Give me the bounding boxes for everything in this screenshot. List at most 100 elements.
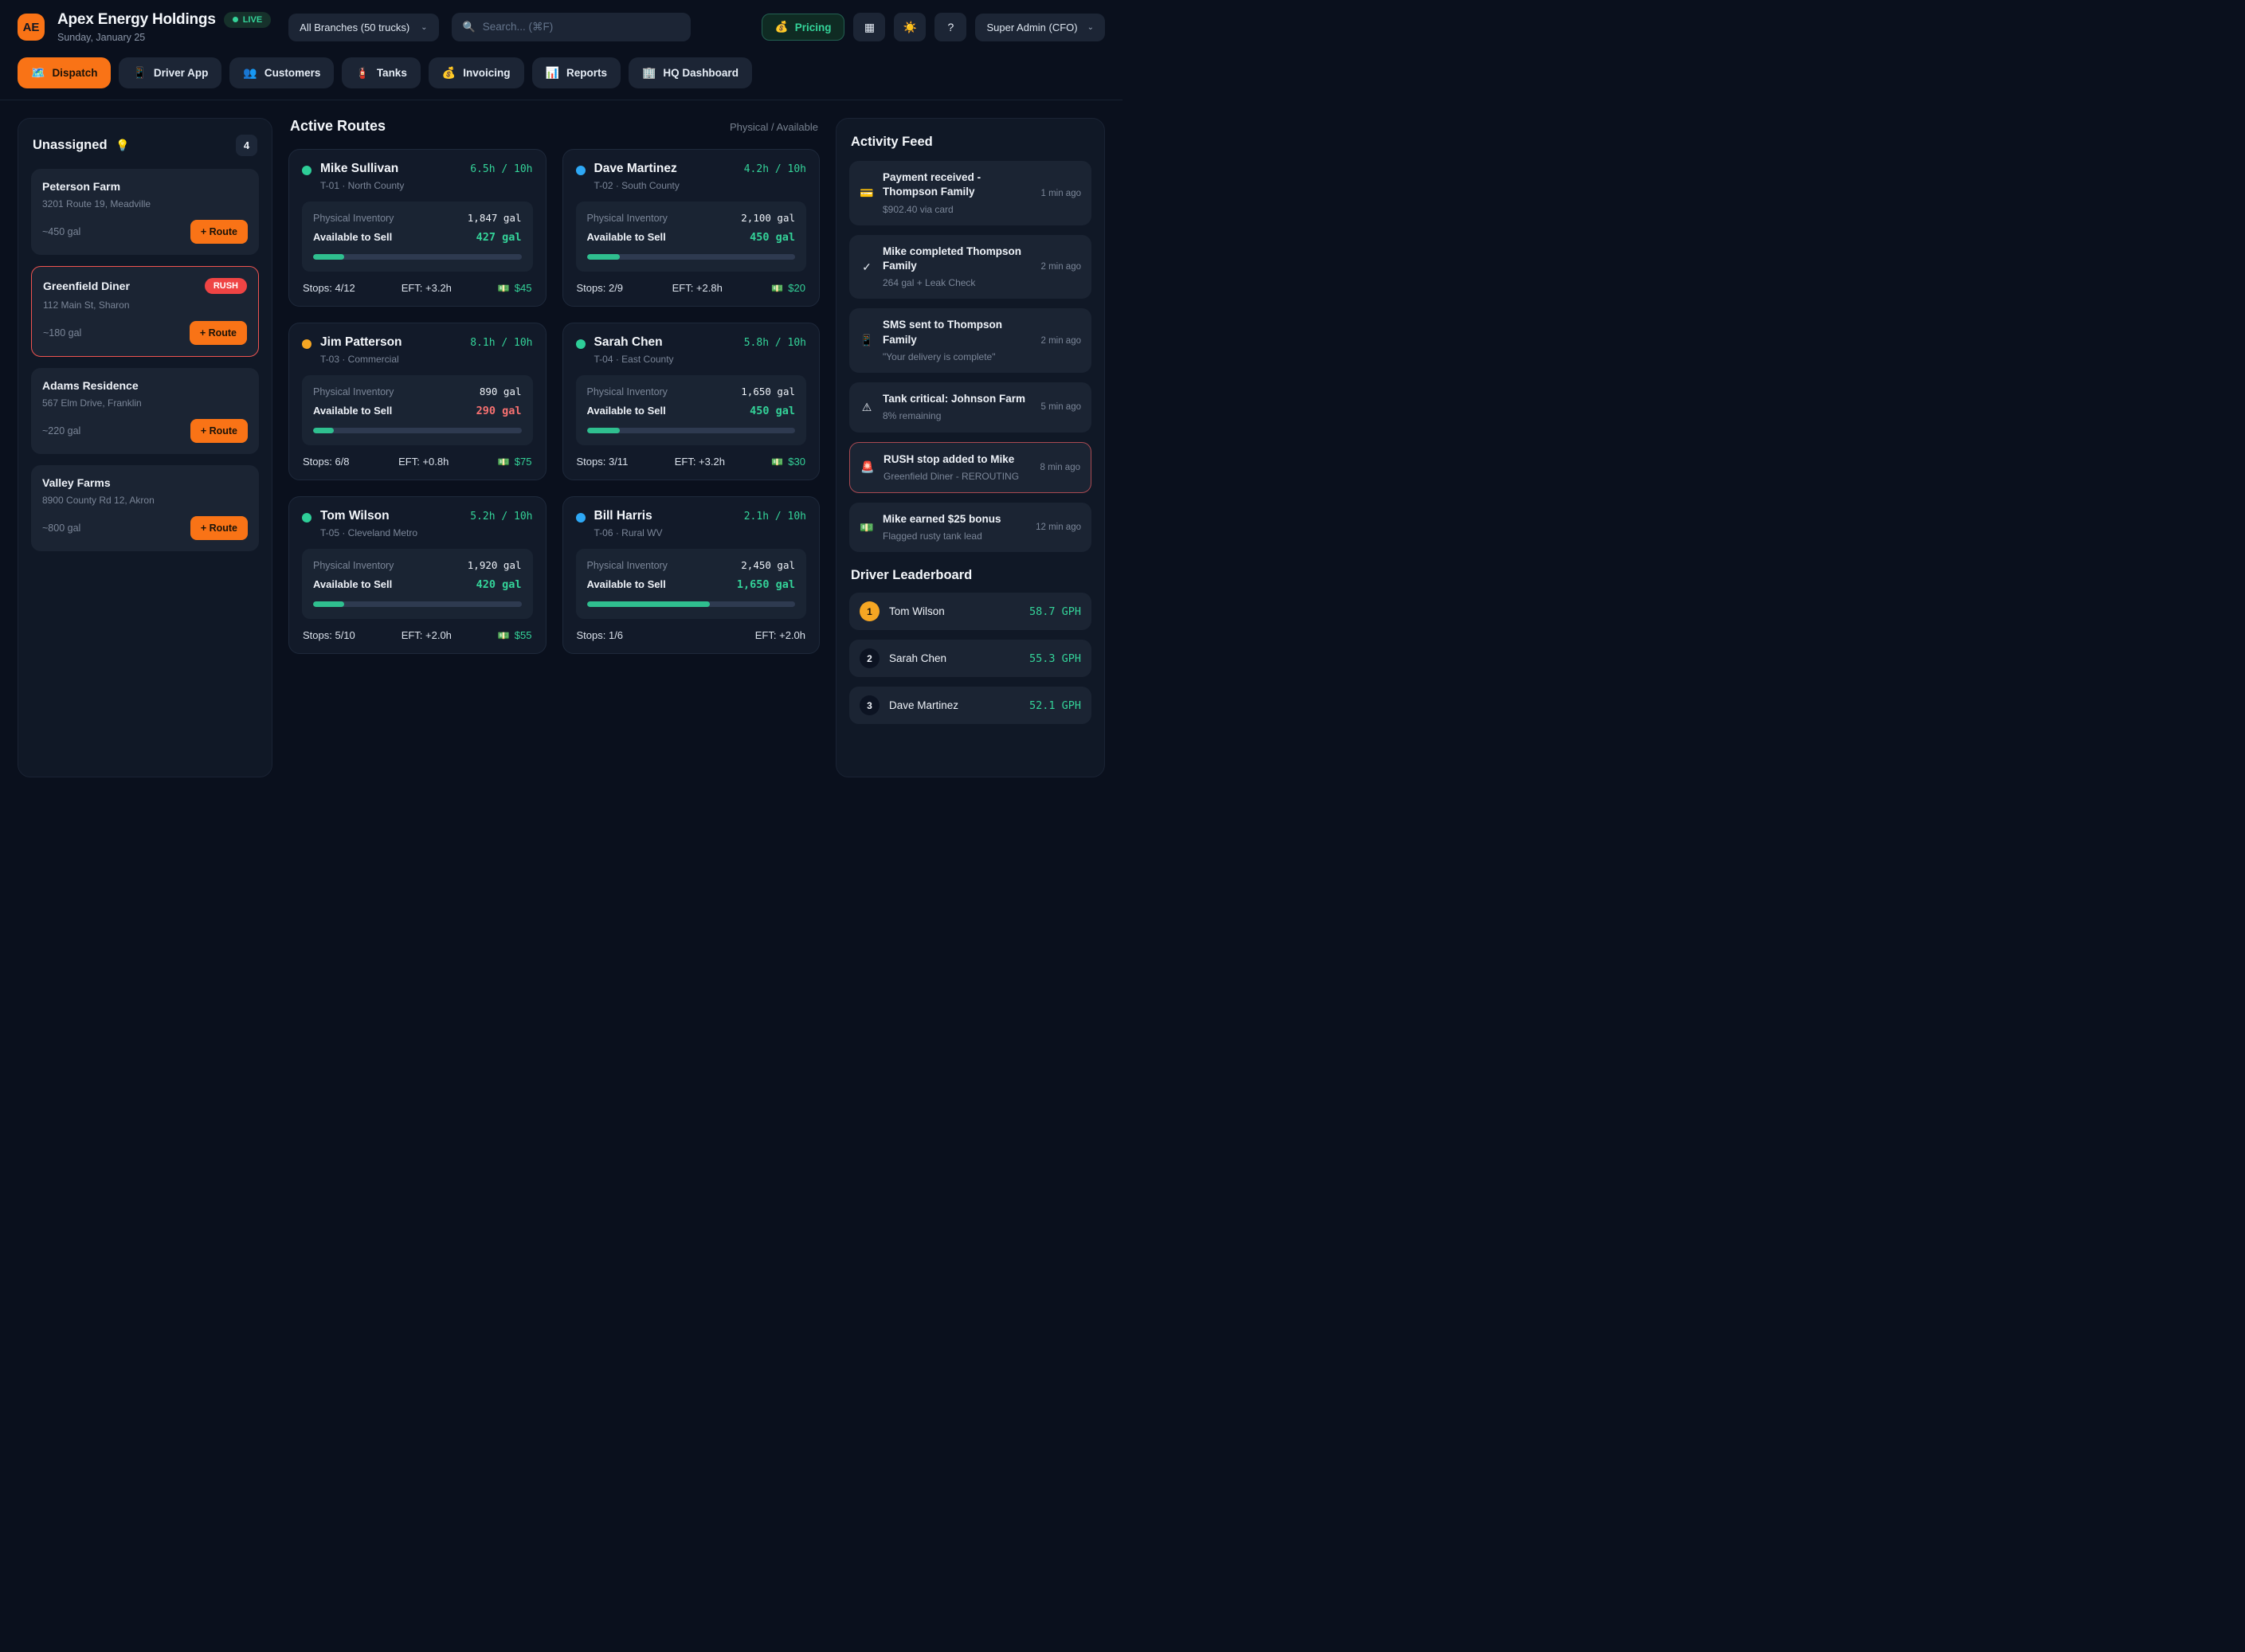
active-routes-title: Active Routes [290,118,386,135]
tab-label: HQ Dashboard [663,67,739,79]
available-progress-bar [313,601,522,607]
feed-item-title: Tank critical: Johnson Farm [883,392,1032,406]
available-to-sell-value: 450 gal [750,405,795,417]
inventory-panel: Physical Inventory 2,450 gal Available t… [576,549,807,619]
activity-feed-title: Activity Feed [849,131,1091,151]
stop-address: 567 Elm Drive, Franklin [42,397,248,409]
branch-selector[interactable]: All Branches (50 trucks) ⌄ [288,14,438,41]
eft-value: EFT: +2.8h [672,282,723,294]
truck-route-label: T-01 · North County [320,180,533,191]
feed-item-rush-stop[interactable]: 🚨 RUSH stop added to Mike Greenfield Din… [849,442,1091,493]
user-role-selector[interactable]: Super Admin (CFO) ⌄ [975,14,1105,41]
feed-item-sms[interactable]: 📱 SMS sent to Thompson Family "Your deli… [849,308,1091,373]
rank-badge: 3 [860,695,880,715]
tab-customers[interactable]: 👥 Customers [229,57,334,88]
stop-gallons: ~220 gal [42,425,80,436]
available-to-sell-label: Available to Sell [587,578,666,590]
pricing-button[interactable]: 💰 Pricing [762,14,845,41]
phone-icon: 📱 [860,334,874,347]
feed-item-time: 12 min ago [1036,523,1081,532]
stops-count: Stops: 2/9 [577,282,624,294]
unassigned-panel: Unassigned 💡 4 Peterson Farm 3201 Route … [18,118,272,777]
physical-inventory-label: Physical Inventory [313,213,394,224]
chevron-down-icon: ⌄ [1087,23,1094,32]
unassigned-stop-card[interactable]: Valley Farms 8900 County Rd 12, Akron ~8… [31,465,259,551]
bar-chart-icon: 📊 [546,66,559,80]
user-role-value: Super Admin (CFO) [986,22,1077,33]
banknote-icon: 💵 [498,283,510,294]
theme-toggle-button[interactable]: ☀️ [894,13,926,41]
tab-label: Reports [566,67,607,79]
driver-status-dot [576,513,586,523]
available-progress-fill [313,601,344,607]
tab-hq-dashboard[interactable]: 🏢 HQ Dashboard [629,57,752,88]
inventory-panel: Physical Inventory 1,920 gal Available t… [302,549,533,619]
driver-name: Mike Sullivan [320,162,398,176]
banknote-icon: 💵 [498,456,510,468]
leaderboard-row[interactable]: 3 Dave Martinez 52.1 GPH [849,687,1091,724]
driver-status-dot [576,166,586,175]
tab-label: Dispatch [52,67,97,79]
siren-icon: 🚨 [860,460,875,474]
available-to-sell-value: 420 gal [476,578,522,591]
eft-value: EFT: +2.0h [755,629,805,641]
route-card-mike-sullivan[interactable]: Mike Sullivan 6.5h / 10h T-01 · North Co… [288,149,547,307]
route-card-tom-wilson[interactable]: Tom Wilson 5.2h / 10h T-05 · Cleveland M… [288,496,547,654]
route-hours: 5.8h / 10h [744,337,806,349]
tab-label: Invoicing [463,67,510,79]
feed-item-payment[interactable]: 💳 Payment received - Thompson Family $90… [849,161,1091,225]
main-content: Unassigned 💡 4 Peterson Farm 3201 Route … [0,100,1122,795]
route-card-dave-martinez[interactable]: Dave Martinez 4.2h / 10h T-02 · South Co… [562,149,821,307]
live-badge: LIVE [224,12,271,29]
map-icon: 🗺️ [31,66,45,80]
leaderboard-gph-value: 58.7 GPH [1029,605,1081,618]
feed-item-bonus[interactable]: 💵 Mike earned $25 bonus Flagged rusty ta… [849,503,1091,552]
stop-address: 8900 County Rd 12, Akron [42,495,248,506]
tab-invoicing[interactable]: 💰 Invoicing [429,57,524,88]
route-hours: 4.2h / 10h [744,163,806,175]
feed-item-subtitle: $902.40 via card [883,203,1032,216]
leaderboard-row[interactable]: 1 Tom Wilson 58.7 GPH [849,593,1091,630]
physical-inventory-value: 1,920 gal [468,559,522,571]
unassigned-stop-card[interactable]: Peterson Farm 3201 Route 19, Meadville ~… [31,169,259,255]
search-input[interactable]: 🔍 Search... (⌘F) [452,13,691,41]
physical-inventory-value: 2,450 gal [741,559,795,571]
inventory-panel: Physical Inventory 890 gal Available to … [302,375,533,445]
stops-count: Stops: 4/12 [303,282,355,294]
tab-label: Driver App [154,67,209,79]
leaderboard-row[interactable]: 2 Sarah Chen 55.3 GPH [849,640,1091,677]
feed-item-completed[interactable]: ✓ Mike completed Thompson Family 264 gal… [849,235,1091,299]
tab-tanks[interactable]: 🧯 Tanks [342,57,420,88]
feed-item-tank-critical[interactable]: ⚠ Tank critical: Johnson Farm 8% remaini… [849,382,1091,432]
add-route-button[interactable]: + Route [190,516,248,540]
add-route-button[interactable]: + Route [190,321,247,345]
driver-status-dot [302,339,311,349]
check-icon: ✓ [860,260,874,274]
route-hours: 8.1h / 10h [470,337,532,349]
route-card-sarah-chen[interactable]: Sarah Chen 5.8h / 10h T-04 · East County… [562,323,821,480]
unassigned-stop-card[interactable]: Adams Residence 567 Elm Drive, Franklin … [31,368,259,454]
live-label: LIVE [243,15,262,25]
office-building-icon: 🏢 [642,66,656,80]
banknote-icon: 💵 [860,521,874,534]
eft-value: EFT: +0.8h [398,456,449,468]
unassigned-stop-card-rush[interactable]: Greenfield Diner RUSH 112 Main St, Sharo… [31,266,259,357]
tab-dispatch[interactable]: 🗺️ Dispatch [18,57,111,88]
available-to-sell-label: Available to Sell [313,578,392,590]
inventory-panel: Physical Inventory 1,650 gal Available t… [576,375,807,445]
physical-inventory-value: 2,100 gal [741,212,795,224]
leaderboard-driver-name: Sarah Chen [889,652,1020,664]
help-button[interactable]: ? [934,13,966,41]
stop-name: Greenfield Diner [43,280,130,292]
grid-view-button[interactable]: ▦ [853,13,885,41]
stops-count: Stops: 5/10 [303,629,355,641]
available-to-sell-label: Available to Sell [587,405,666,417]
tab-reports[interactable]: 📊 Reports [532,57,621,88]
add-route-button[interactable]: + Route [190,419,248,443]
tab-driver-app[interactable]: 📱 Driver App [119,57,221,88]
route-card-bill-harris[interactable]: Bill Harris 2.1h / 10h T-06 · Rural WV P… [562,496,821,654]
available-to-sell-value: 427 gal [476,231,522,244]
add-route-button[interactable]: + Route [190,220,248,244]
branch-selector-value: All Branches (50 trucks) [300,22,409,33]
route-card-jim-patterson[interactable]: Jim Patterson 8.1h / 10h T-03 · Commerci… [288,323,547,480]
